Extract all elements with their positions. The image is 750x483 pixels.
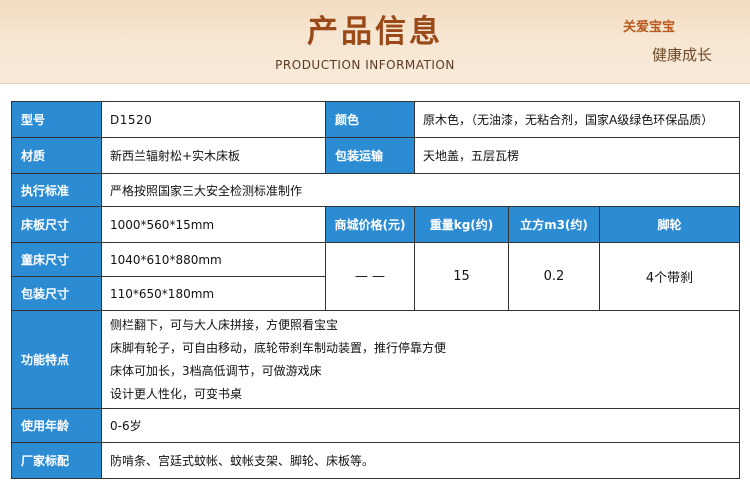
spec-row-standard: 执行标准 严格按照国家三大安全检测标准制作 <box>11 173 740 207</box>
page-subtitle: PRODUCTION INFORMATION <box>275 58 455 72</box>
weight-value: 15 <box>414 242 509 311</box>
spec-row-model: 型号 D1520 颜色 原木色，（无油漆，无粘合剂，国家A级绿色环保品质） <box>11 101 740 138</box>
volume-value: 0.2 <box>508 242 600 311</box>
spec-row-age: 使用年龄 0-6岁 <box>11 408 740 443</box>
feature-item: 床体可加长，3档高低调节，可做游戏床 <box>110 363 322 378</box>
standard-label: 执行标准 <box>11 173 102 207</box>
crib-size-label: 童床尺寸 <box>11 242 102 277</box>
volume-header: 立方m3(约) <box>508 206 600 243</box>
material-value: 新西兰辐射松+实木床板 <box>101 137 326 174</box>
spec-row-board-size: 床板尺寸 1000*560*15mm 商城价格(元) 重量kg(约) 立方m3(… <box>11 206 740 243</box>
packaging-label: 包装运输 <box>325 137 415 174</box>
price-header: 商城价格(元) <box>325 206 415 243</box>
feature-item: 侧栏翻下，可与大人床拼接，方便照看宝宝 <box>110 317 339 332</box>
spec-row-crib-size: 童床尺寸 1040*610*880mm — — 15 0.2 4个带刹 <box>11 242 740 311</box>
header-divider <box>0 83 750 84</box>
slogan-primary: 关爱宝宝 <box>623 20 676 35</box>
package-size-label: 包装尺寸 <box>11 276 102 311</box>
feature-item: 床脚有轮子，可自由移动，底轮带刹车制动装置，推行停靠方便 <box>110 340 447 355</box>
price-value: — — <box>325 242 415 311</box>
spec-row-accessories: 厂家标配 防啃条、宫廷式蚊帐、蚊帐支架、脚轮、床板等。 <box>11 442 740 479</box>
standard-value: 严格按照国家三大安全检测标准制作 <box>101 173 740 207</box>
package-size-value: 110*650*180mm <box>101 276 326 311</box>
spec-row-features: 功能特点 侧栏翻下，可与大人床拼接，方便照看宝宝 床脚有轮子，可自由移动，底轮带… <box>11 310 740 409</box>
material-label: 材质 <box>11 137 102 174</box>
accessories-label: 厂家标配 <box>11 442 102 479</box>
caster-value: 4个带刹 <box>599 242 740 311</box>
model-value: D1520 <box>101 101 326 138</box>
board-size-label: 床板尺寸 <box>11 206 102 243</box>
caster-header: 脚轮 <box>599 206 740 243</box>
weight-header: 重量kg(约) <box>414 206 509 243</box>
features-label: 功能特点 <box>11 310 102 409</box>
color-value: 原木色，（无油漆，无粘合剂，国家A级绿色环保品质） <box>414 101 740 138</box>
page-header: 产品信息 PRODUCTION INFORMATION 关爱宝宝 健康成长 <box>0 0 750 84</box>
board-size-value: 1000*560*15mm <box>101 206 326 243</box>
slogan-secondary: 健康成长 <box>652 46 713 64</box>
accessories-value: 防啃条、宫廷式蚊帐、蚊帐支架、脚轮、床板等。 <box>101 442 740 479</box>
feature-item: 设计更人性化，可变书桌 <box>110 386 243 401</box>
product-spec-table: 型号 D1520 颜色 原木色，（无油漆，无粘合剂，国家A级绿色环保品质） 材质… <box>11 101 740 479</box>
model-label: 型号 <box>11 101 102 138</box>
crib-size-value: 1040*610*880mm <box>101 242 326 277</box>
packaging-value: 天地盖，五层瓦楞 <box>414 137 740 174</box>
features-list: 侧栏翻下，可与大人床拼接，方便照看宝宝 床脚有轮子，可自由移动，底轮带刹车制动装… <box>101 310 740 409</box>
spec-row-material: 材质 新西兰辐射松+实木床板 包装运输 天地盖，五层瓦楞 <box>11 137 740 174</box>
age-value: 0-6岁 <box>101 408 740 443</box>
color-label: 颜色 <box>325 101 415 138</box>
age-label: 使用年龄 <box>11 408 102 443</box>
